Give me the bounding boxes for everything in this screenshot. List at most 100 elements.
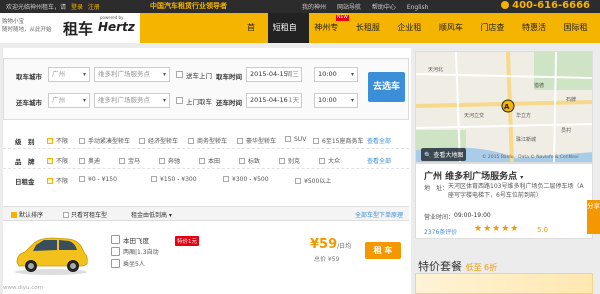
special-discount: 低至 6折 [465, 263, 498, 272]
return-city-select[interactable]: 广州 ▾ [48, 93, 90, 108]
pickup-time-value: 10:00 [318, 70, 337, 78]
search-button[interactable]: 去选车 [368, 72, 405, 102]
top-link-my[interactable]: 我的神州 [302, 4, 326, 11]
filter-brand-option[interactable]: 奔驰 [159, 156, 180, 165]
filter-level-option[interactable]: 豪华型轿车 [237, 136, 276, 145]
pickup-time-select[interactable]: 10:00 ▾ [314, 67, 358, 82]
checkbox-icon [151, 176, 157, 182]
pickup-store-select[interactable]: 维多利广场服务点 ▾ [94, 67, 170, 82]
rent-button[interactable]: 租 车 [365, 242, 401, 259]
car-image[interactable] [11, 232, 91, 276]
filter-brand-option[interactable]: 别克 [279, 156, 300, 165]
order-rules-link[interactable]: 全部车型下单原理 [355, 210, 403, 219]
filter-price-option-label: 不限 [56, 178, 69, 185]
chevron-down-icon: ▾ [82, 71, 86, 78]
checkbox-icon [313, 138, 319, 144]
filter-brand-option[interactable]: 本田 [199, 156, 220, 165]
chevron-down-icon: ▾ [520, 174, 524, 181]
nav-short-rent[interactable]: 短租自驾 [267, 13, 310, 62]
sort-available[interactable]: 只看可租车型 [63, 210, 107, 219]
store-title[interactable]: 广州 维多利广场服务点 ▾ [424, 169, 523, 182]
filter-level-option-label: 6至15座商务车 [322, 138, 364, 145]
filter-brand-option[interactable]: 宝马 [119, 156, 140, 165]
store-address: 天河区体育西路103号维多利广场负二层停车场（A座写字楼电梯下，6号车位前到前） [448, 183, 584, 199]
filter-price-option[interactable]: ¥300 - ¥500 [223, 176, 269, 183]
return-date-input[interactable]: 2015-04-16 1天 [246, 93, 302, 108]
pickup-weekday: 周三 [286, 70, 299, 78]
filter-price-option[interactable]: 不限 [47, 176, 68, 185]
filter-level-option[interactable]: 手动紧凑型轿车 [79, 136, 130, 145]
filter-level-option-label: 商务型轿车 [197, 138, 228, 145]
checkbox-icon [79, 138, 85, 144]
nav-stores[interactable]: 门店查询 [475, 13, 517, 62]
pickup-city-select[interactable]: 广州 ▾ [48, 67, 90, 82]
filter-level-option[interactable]: 商务型轿车 [188, 136, 227, 145]
nav-chauffeur[interactable]: 神州专车NEW [309, 13, 351, 62]
car-name[interactable]: 本田飞度 [123, 235, 149, 245]
checkbox-icon [239, 158, 245, 164]
filter-level-more[interactable]: 查看全部 [367, 136, 391, 145]
watermark: www.diyu.com [3, 285, 43, 291]
filter-level-label: 级 别 [15, 138, 35, 146]
login-link[interactable]: 登录 [71, 4, 83, 11]
nav-home[interactable]: 首页 [242, 13, 268, 62]
hotline: 400-616-6666 [501, 0, 590, 11]
logo[interactable]: 购物小宝 随时随地，从此开始 租车 powered by Hertz [0, 13, 140, 43]
delivery-checkbox[interactable] [176, 71, 183, 78]
new-badge: NEW [336, 15, 349, 21]
big-map-button[interactable]: 🔍 查看大地图 [421, 148, 467, 161]
filter-level-option-label: 豪华型轿车 [246, 138, 277, 145]
store-map[interactable]: A 天河立交 华立方 员村 天河北 珠江新城 石牌 猎德 🔍 查看大地图 © 2… [415, 51, 593, 163]
car-price: ¥59/日均 [310, 237, 351, 252]
top-link-help[interactable]: 帮助中心 [372, 4, 396, 11]
sort-default[interactable]: 默认排序 [11, 210, 43, 219]
special-offer-banner[interactable] [415, 273, 593, 294]
return-time-select[interactable]: 10:00 ▾ [314, 93, 358, 108]
nav-long-rent[interactable]: 长租服务 [351, 13, 393, 62]
filter-level-option[interactable]: 6至15座商务车 [313, 136, 363, 145]
nav-ride[interactable]: 顺风车站 [434, 13, 476, 62]
checkbox-icon [319, 158, 325, 164]
slogan: 中国汽车租赁行业领导者 [150, 2, 227, 10]
pickup-city-value: 广州 [52, 70, 65, 78]
pickup-door-label: 上门取车 [186, 98, 212, 106]
sort-price[interactable]: 租金由低到高 ▾ [131, 210, 172, 219]
nav-enterprise[interactable]: 企业租车 [392, 13, 434, 62]
share-button[interactable]: 分享 [587, 200, 600, 234]
filter-price-option[interactable]: ¥0 - ¥150 [79, 176, 117, 183]
car-spec: 两厢|1.3自动 [123, 249, 159, 256]
filter-brand-option[interactable]: 不限 [47, 156, 68, 165]
register-link[interactable]: 注册 [88, 4, 100, 11]
filter-brand-option[interactable]: 大众 [319, 156, 340, 165]
return-store-select[interactable]: 维多利广场服务点 ▾ [94, 93, 170, 108]
filter-brand-option[interactable]: 奥迪 [79, 156, 100, 165]
filter-brand-option[interactable]: 标致 [239, 156, 260, 165]
filter-price-option[interactable]: ¥500以上 [295, 176, 331, 185]
filter-level-option[interactable]: 经济型轿车 [139, 136, 178, 145]
header: 购物小宝 随时随地，从此开始 租车 powered by Hertz 首页 短租… [0, 13, 600, 62]
nav-international[interactable]: 国际租车 [558, 13, 600, 62]
checkbox-icon [188, 138, 194, 144]
pickup-door-checkbox[interactable] [176, 97, 183, 104]
store-reviews-link[interactable]: 2376条评价 [424, 227, 457, 236]
checkbox-icon [199, 158, 205, 164]
map-copyright: © 2015 Baidu - Data © NavInfo & CenNavi [482, 155, 579, 160]
checkbox-icon [223, 176, 229, 182]
filter-level-option[interactable]: 不限 [47, 136, 68, 145]
checkbox-icon [63, 212, 69, 218]
pickup-date-input[interactable]: 2015-04-15 周三 [246, 67, 302, 82]
filter-brand-option-label: 奥迪 [88, 158, 101, 165]
brand-icon [111, 235, 120, 244]
sort-bar: 默认排序 只看可租车型 租金由低到高 ▾ 全部车型下单原理 [3, 206, 409, 221]
filter-brand-option-label: 别克 [288, 158, 301, 165]
top-link-sitemap[interactable]: 网站导航 [337, 4, 361, 11]
filter-level-option[interactable]: SUV [285, 136, 306, 143]
sort-default-label: 默认排序 [19, 212, 44, 219]
logo-tagline-2: 随时随地，从此开始 [2, 27, 52, 33]
filter-price-option-label: ¥0 - ¥150 [88, 176, 117, 183]
filter-price-option[interactable]: ¥150 - ¥300 [151, 176, 197, 183]
svg-text:A: A [504, 103, 510, 111]
nav-deals[interactable]: 特惠活动 [517, 13, 559, 62]
top-link-english[interactable]: English [407, 4, 429, 11]
filter-brand-more[interactable]: 查看全部 [367, 156, 391, 165]
